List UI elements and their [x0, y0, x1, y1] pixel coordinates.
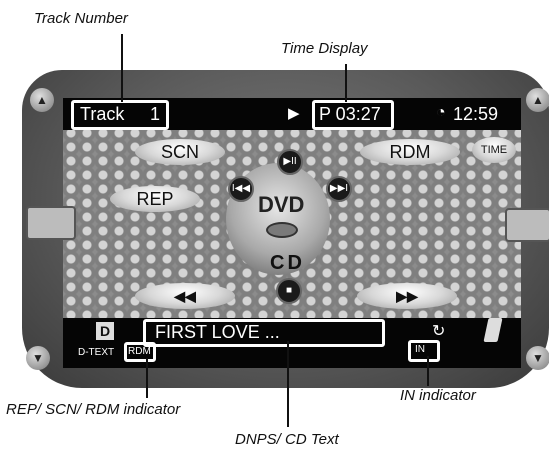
leader-in-indicator — [427, 356, 429, 386]
callout-dnps-cd-text: DNPS/ CD Text — [235, 431, 339, 448]
clock-time: 12:59 — [453, 104, 499, 124]
corner-down-left-button[interactable]: ▼ — [26, 346, 50, 370]
play-icon: ▶ — [288, 105, 300, 122]
corner-up-right-button[interactable]: ▲ — [526, 88, 549, 112]
leader-track-number — [121, 34, 123, 102]
callout-track-number: Track Number — [34, 10, 128, 27]
scn-button[interactable]: SCN — [135, 139, 225, 165]
clock-icon: ◔ — [436, 104, 446, 121]
stop-button[interactable]: ■ — [276, 278, 302, 304]
leader-time-display — [345, 64, 347, 102]
callout-in-indicator: IN indicator — [400, 387, 476, 404]
d-text-label: D-TEXT — [78, 347, 115, 358]
time-value: P 03:27 — [319, 104, 381, 124]
fast-forward-button[interactable]: ▶▶ — [357, 283, 457, 309]
cd-label: CD — [270, 252, 305, 274]
dvd-logo: DVD — [258, 192, 305, 217]
cd-text: FIRST LOVE ... — [155, 322, 280, 342]
leader-dnps-cd-text — [287, 341, 289, 427]
disc-icon — [266, 222, 298, 238]
play-pause-button[interactable]: ▶II — [277, 149, 303, 175]
in-indicator: IN — [415, 344, 425, 355]
next-track-button[interactable]: ▶▶I — [326, 176, 352, 202]
prev-track-button[interactable]: I◀◀ — [228, 176, 254, 202]
track-number: 1 — [150, 104, 161, 124]
leader-rep-scn-rdm — [146, 358, 148, 398]
d-text-icon: D — [96, 322, 114, 340]
time-button[interactable]: TIME — [472, 137, 516, 163]
tv-icon[interactable] — [505, 208, 549, 242]
corner-up-left-button[interactable]: ▲ — [30, 88, 54, 112]
track-label: Track — [80, 104, 125, 124]
repeat-icon: ↻ — [432, 323, 446, 340]
radio-icon[interactable] — [26, 206, 76, 240]
corner-down-right-button[interactable]: ▼ — [526, 346, 549, 370]
callout-time-display: Time Display — [281, 40, 368, 57]
callout-rep-scn-rdm: REP/ SCN/ RDM indicator — [6, 401, 181, 418]
rewind-button[interactable]: ◀◀ — [135, 283, 235, 309]
rep-button[interactable]: REP — [110, 186, 200, 212]
rdm-button[interactable]: RDM — [360, 139, 460, 165]
rdm-indicator: RDM — [128, 346, 151, 357]
